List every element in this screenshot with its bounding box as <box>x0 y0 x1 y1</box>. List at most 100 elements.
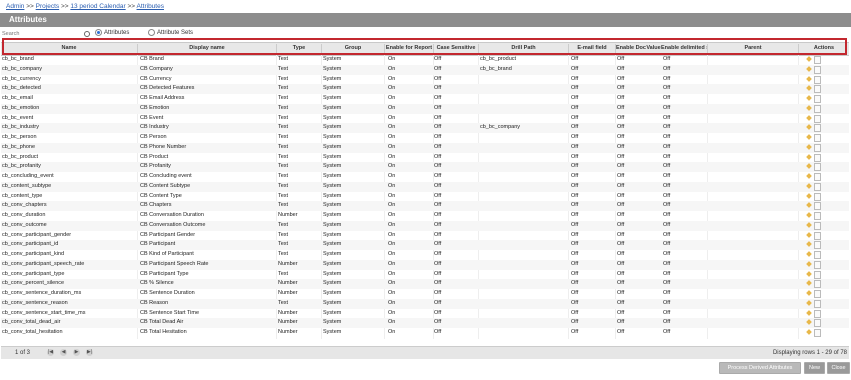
edit-pencil-icon[interactable] <box>806 153 812 160</box>
table-row[interactable]: cb_bc_currency CB Currency Text System On Off… <box>1 75 849 85</box>
table-row[interactable]: cb_conv_participant_id CB Participant Text… <box>1 240 849 250</box>
column-header-drill-path[interactable]: Drill Path <box>479 45 568 51</box>
table-row[interactable]: cb_conv_duration CB Conversation Duration… <box>1 211 849 221</box>
search-icon[interactable] <box>84 31 90 37</box>
table-row[interactable]: cb_bc_event CB Event Text System On Off Off Off… <box>1 114 849 124</box>
delete-icon[interactable] <box>814 124 821 133</box>
column-header-enable-for-report[interactable]: Enable for Report <box>385 45 433 51</box>
close-button[interactable]: Close <box>827 362 850 374</box>
table-row[interactable]: cb_conv_participant_speech_rate CB Partic… <box>1 259 849 270</box>
table-row[interactable]: cb_conv_percent_silence CB % Silence Numbe… <box>1 279 849 289</box>
process-derived-attributes-button[interactable]: Process Derived Attributes <box>719 362 801 374</box>
edit-pencil-icon[interactable] <box>806 290 812 296</box>
edit-pencil-icon[interactable] <box>806 299 812 306</box>
delete-icon[interactable] <box>814 241 821 250</box>
table-row[interactable]: cb_conv_sentence_reason CB Reason Text Syst… <box>1 298 849 309</box>
column-header-parent[interactable]: Parent <box>708 45 798 51</box>
edit-pencil-icon[interactable] <box>806 231 812 238</box>
edit-pencil-icon[interactable] <box>806 95 812 101</box>
first-page-icon[interactable]: |◀ <box>47 349 54 356</box>
next-page-icon[interactable]: ▶ <box>73 349 80 356</box>
table-row[interactable]: cb_content_type CB Content Type Text System… <box>1 192 849 202</box>
table-row[interactable]: cb_conv_participant_gender CB Participant… <box>1 231 849 241</box>
table-row[interactable]: cb_conv_total_hesitation CB Total Hesitat… <box>1 328 849 338</box>
delete-icon[interactable] <box>814 104 821 113</box>
table-row[interactable]: cb_conv_total_dead_air CB Total Dead Air N… <box>1 318 849 328</box>
edit-pencil-icon[interactable] <box>806 202 812 209</box>
edit-pencil-icon[interactable] <box>806 143 812 150</box>
delete-icon[interactable] <box>814 153 821 162</box>
delete-icon[interactable] <box>814 319 821 328</box>
radio-attribute-sets[interactable]: Attribute Sets <box>148 29 193 36</box>
edit-pencil-icon[interactable] <box>806 104 812 111</box>
delete-icon[interactable] <box>814 309 821 318</box>
delete-icon[interactable] <box>814 192 821 201</box>
table-row[interactable]: cb_conv_sentence_start_time_ms CB Sentenc… <box>1 309 849 319</box>
breadcrumb-current[interactable]: Attributes <box>137 3 164 10</box>
breadcrumb-admin[interactable]: Admin <box>6 3 24 10</box>
delete-icon[interactable] <box>814 251 821 259</box>
table-row[interactable]: cb_bc_detected CB Detected Features Text Sy… <box>1 84 849 94</box>
edit-pencil-icon[interactable] <box>806 309 812 316</box>
delete-icon[interactable] <box>814 270 821 279</box>
table-row[interactable]: cb_bc_person CB Person Text System On Off Off O… <box>1 133 849 143</box>
edit-pencil-icon[interactable] <box>806 173 812 179</box>
delete-icon[interactable] <box>814 299 821 308</box>
new-button[interactable]: New <box>804 362 825 374</box>
delete-icon[interactable] <box>814 134 821 142</box>
delete-icon[interactable] <box>814 182 821 191</box>
delete-icon[interactable] <box>814 163 821 172</box>
delete-icon[interactable] <box>814 280 821 289</box>
edit-pencil-icon[interactable] <box>806 163 812 170</box>
column-header-type[interactable]: Type <box>277 45 321 51</box>
edit-pencil-icon[interactable] <box>806 241 812 248</box>
column-header-group[interactable]: Group <box>322 45 384 51</box>
table-row[interactable]: cb_conv_outcome CB Conversation Outcome Te… <box>1 220 849 231</box>
delete-icon[interactable] <box>814 114 821 123</box>
table-row[interactable]: cb_conv_participant_kind CB Kind of Parti… <box>1 250 849 260</box>
table-row[interactable]: cb_bc_emotion CB Emotion Text System On Off Of… <box>1 103 849 114</box>
table-row[interactable]: cb_bc_brand CB Brand Text System On Off cb_bc_… <box>1 55 849 65</box>
edit-pencil-icon[interactable] <box>806 319 812 326</box>
column-header-enable-delimited[interactable]: Enable delimited s <box>661 45 707 51</box>
column-header-case-sensitive[interactable]: Case Sensitive <box>434 45 478 51</box>
table-row[interactable]: cb_bc_industry CB Industry Text System On Off… <box>1 123 849 133</box>
edit-pencil-icon[interactable] <box>806 75 812 82</box>
radio-attributes[interactable]: Attributes <box>95 29 129 36</box>
last-page-icon[interactable]: ▶| <box>86 349 93 356</box>
edit-pencil-icon[interactable] <box>806 134 812 140</box>
radio-unselected-icon[interactable] <box>148 29 155 36</box>
edit-pencil-icon[interactable] <box>806 280 812 287</box>
column-header-actions[interactable]: Actions <box>799 45 849 51</box>
delete-icon[interactable] <box>814 75 821 84</box>
edit-pencil-icon[interactable] <box>806 182 812 189</box>
delete-icon[interactable] <box>814 231 821 240</box>
column-header-enable-doc[interactable]: Enable Doc <box>616 45 646 51</box>
table-row[interactable]: cb_conv_participant_type CB Participant T… <box>1 270 849 280</box>
edit-pencil-icon[interactable] <box>806 65 812 72</box>
table-row[interactable]: cb_conv_chapters CB Chapters Text System On O… <box>1 201 849 211</box>
edit-pencil-icon[interactable] <box>806 85 812 92</box>
delete-icon[interactable] <box>814 221 821 230</box>
delete-icon[interactable] <box>814 143 821 152</box>
table-row[interactable]: cb_content_subtype CB Content Subtype Text… <box>1 181 849 192</box>
edit-pencil-icon[interactable] <box>806 251 812 257</box>
delete-icon[interactable] <box>814 95 821 103</box>
edit-pencil-icon[interactable] <box>806 260 812 267</box>
breadcrumb-projects[interactable]: Projects <box>36 3 59 10</box>
breadcrumb-project[interactable]: 13 period Calendar <box>70 3 125 10</box>
delete-icon[interactable] <box>814 85 821 94</box>
table-row[interactable]: cb_concluding_event CB Concluding event Te… <box>1 172 849 182</box>
edit-pencil-icon[interactable] <box>806 192 812 199</box>
prev-page-icon[interactable]: ◀ <box>60 349 67 356</box>
column-header-display-name[interactable]: Display name <box>138 45 276 51</box>
table-row[interactable]: cb_bc_phone CB Phone Number Text System On Of… <box>1 142 849 153</box>
delete-icon[interactable] <box>814 173 821 181</box>
radio-selected-icon[interactable] <box>95 29 102 36</box>
delete-icon[interactable] <box>814 65 821 74</box>
edit-pencil-icon[interactable] <box>806 329 812 335</box>
edit-pencil-icon[interactable] <box>806 56 812 62</box>
edit-pencil-icon[interactable] <box>806 114 812 121</box>
column-header-name[interactable]: Name <box>1 45 137 51</box>
table-row[interactable]: cb_conv_sentence_duration_ms CB Sentence … <box>1 289 849 299</box>
